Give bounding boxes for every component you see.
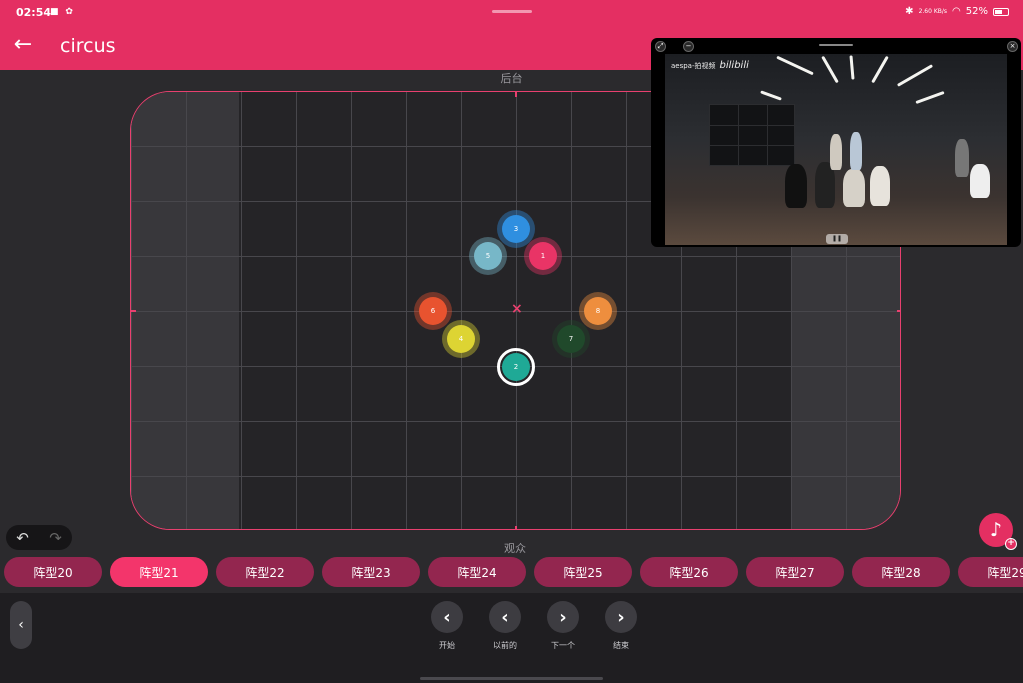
chevron-left-icon: ‹ — [443, 606, 451, 628]
ceiling-light — [776, 55, 814, 76]
ceiling-light — [760, 90, 782, 101]
chevron-right-icon: › — [617, 606, 625, 628]
tick-bottom — [515, 526, 517, 529]
video-drag-handle[interactable] — [819, 44, 853, 46]
plus-icon: + — [1005, 538, 1017, 550]
back-button[interactable]: ← — [10, 34, 36, 58]
dancer-marker[interactable]: 4 — [442, 320, 480, 358]
dancer-number: 4 — [447, 325, 475, 353]
dancer-figure — [843, 169, 865, 207]
dancer-figure — [870, 166, 890, 206]
chevron-left-icon: ‹ — [18, 617, 24, 633]
ceiling-light — [915, 90, 945, 105]
dancer-marker[interactable]: 8 — [579, 292, 617, 330]
go-to-end-button[interactable]: › — [605, 601, 637, 633]
window-drag-handle[interactable] — [492, 10, 532, 13]
dancer-figure — [970, 164, 990, 198]
dancer-marker[interactable]: 2 — [497, 348, 535, 386]
ceiling-light — [821, 55, 839, 84]
dancer-number: 7 — [557, 325, 585, 353]
previous-label: 以前的 — [493, 641, 517, 650]
go-to-start-button[interactable]: ‹ — [431, 601, 463, 633]
status-indicators: ✱ 2.60 KB/s ◠ 52% — [905, 6, 1009, 17]
dancer-figure — [830, 134, 842, 170]
bottom-navigation: ‹ ‹ 开始 ‹ 以前的 › 下一个 › 结束 — [0, 593, 1023, 683]
music-note-icon: ♪ — [989, 519, 1003, 541]
close-icon[interactable]: × — [1007, 41, 1018, 52]
tick-right — [897, 310, 900, 312]
formation-tab[interactable]: 阵型20 — [4, 557, 102, 587]
arrow-left-icon: ← — [13, 32, 33, 57]
network-speed: 2.60 KB/s — [918, 8, 948, 15]
wifi-icon: ◠ — [952, 6, 961, 17]
dancer-number: 3 — [502, 215, 530, 243]
ceiling-light — [849, 55, 855, 80]
dancer-marker[interactable]: 6 — [414, 292, 452, 330]
video-frame[interactable]: aespa-拍视频 bilibili ❚❚ — [665, 54, 1007, 245]
ceiling-light — [871, 55, 889, 84]
battery-percent: 52% — [965, 6, 988, 17]
grid-line-horizontal — [131, 256, 900, 257]
undo-icon[interactable]: ↶ — [16, 529, 29, 547]
video-caption: aespa-拍视频 bilibili — [671, 60, 749, 71]
dancer-number: 2 — [502, 353, 530, 381]
next-button[interactable]: › — [547, 601, 579, 633]
collapse-panel-button[interactable]: ‹ — [10, 601, 32, 649]
page-title: circus — [60, 35, 116, 57]
grid-line-horizontal — [131, 421, 900, 422]
bilibili-logo: bilibili — [719, 60, 749, 71]
dancer-number: 8 — [584, 297, 612, 325]
dancer-marker[interactable]: 1 — [524, 237, 562, 275]
home-indicator — [420, 677, 603, 680]
formation-tab[interactable]: 阵型22 — [216, 557, 314, 587]
chevron-right-icon: › — [559, 606, 567, 628]
formation-tab[interactable]: 阵型21 — [110, 557, 208, 587]
audience-label: 观众 — [504, 542, 526, 555]
previous-button[interactable]: ‹ — [489, 601, 521, 633]
redo-icon[interactable]: ↷ — [49, 529, 62, 547]
formation-list: 阵型20 阵型21 阵型22 阵型23 阵型24 阵型25 阵型26 阵型27 阵型28 阵型29 — [4, 557, 1023, 587]
minimize-icon[interactable]: − — [683, 41, 694, 52]
tick-top — [515, 92, 517, 97]
formation-tab[interactable]: 阵型29 — [958, 557, 1023, 587]
notification-icons: ■ ✿ — [50, 7, 75, 17]
next-label: 下一个 — [551, 641, 575, 650]
dancer-number: 6 — [419, 297, 447, 325]
video-progress-chip[interactable]: ❚❚ — [826, 234, 848, 244]
dancer-number: 1 — [529, 242, 557, 270]
grid-line-horizontal — [131, 476, 900, 477]
start-label: 开始 — [439, 641, 455, 650]
formation-tab[interactable]: 阵型25 — [534, 557, 632, 587]
video-player-window[interactable]: ⤢ − × aespa-拍视频 bilibili ❚❚ — [651, 38, 1021, 247]
formation-tab[interactable]: 阵型28 — [852, 557, 950, 587]
status-time: 02:54 — [16, 6, 52, 19]
ceiling-light — [896, 64, 934, 87]
app-root: 02:54 ■ ✿ ✱ 2.60 KB/s ◠ 52% ← circus 后台 … — [0, 0, 1023, 683]
dancer-marker[interactable]: 5 — [469, 237, 507, 275]
formation-tab[interactable]: 阵型23 — [322, 557, 420, 587]
formation-tab[interactable]: 阵型24 — [428, 557, 526, 587]
dancer-figure — [955, 139, 969, 177]
dancer-figure — [785, 164, 807, 208]
formation-tab[interactable]: 阵型27 — [746, 557, 844, 587]
dancer-marker[interactable]: 7 — [552, 320, 590, 358]
expand-icon[interactable]: ⤢ — [655, 41, 666, 52]
undo-redo-group: ↶ ↷ — [6, 525, 72, 550]
end-label: 结束 — [613, 641, 629, 650]
formation-tab[interactable]: 阵型26 — [640, 557, 738, 587]
chevron-left-icon: ‹ — [501, 606, 509, 628]
video-title: aespa-拍视频 — [671, 62, 716, 70]
dancer-number: 5 — [474, 242, 502, 270]
stage-center-marker: × — [511, 301, 523, 317]
tick-left — [131, 310, 136, 312]
bluetooth-icon: ✱ — [905, 6, 914, 17]
dancer-figure — [850, 132, 862, 170]
battery-icon — [993, 7, 1009, 16]
wall-shelf — [709, 104, 795, 166]
